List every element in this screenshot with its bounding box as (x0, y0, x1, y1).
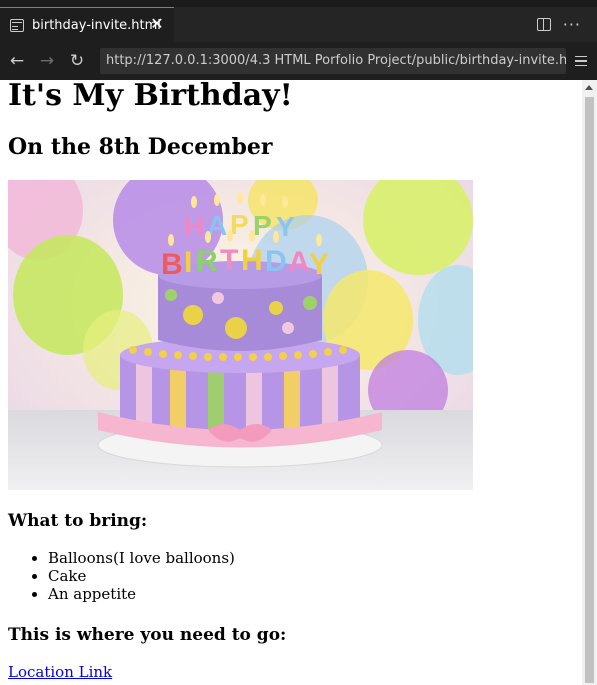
date-heading: On the 8th December (8, 134, 273, 160)
bring-list: Balloons(I love balloons) Cake An appeti… (8, 549, 235, 603)
scroll-up-arrow-icon[interactable] (585, 85, 593, 90)
vertical-scrollbar[interactable] (582, 80, 597, 685)
list-item: Cake (48, 567, 235, 585)
navigation-bar: ← → ↻ http://127.0.0.1:3000/4.3 HTML Por… (0, 42, 597, 80)
back-arrow-icon[interactable]: ← (2, 46, 32, 76)
menu-icon[interactable] (575, 56, 587, 66)
tab-actions: ··· (536, 7, 597, 42)
tab-bar: birthday-invite.html ✕ ··· (0, 0, 597, 42)
svg-text:T: T (220, 244, 238, 277)
page-title: It's My Birthday! (8, 80, 293, 113)
svg-text:A: A (288, 246, 310, 279)
svg-text:D: D (265, 245, 287, 278)
svg-text:I: I (184, 246, 192, 279)
svg-text:B: B (161, 248, 183, 281)
scrollbar-thumb[interactable] (585, 97, 594, 683)
svg-text:P: P (253, 210, 272, 241)
forward-arrow-icon[interactable]: → (32, 46, 62, 76)
svg-text:H: H (241, 244, 263, 277)
list-item: Balloons(I love balloons) (48, 549, 235, 567)
location-link[interactable]: Location Link (8, 662, 112, 682)
close-icon[interactable]: ✕ (149, 16, 165, 32)
page-viewport: It's My Birthday! On the 8th December H … (0, 80, 582, 685)
url-bar[interactable]: http://127.0.0.1:3000/4.3 HTML Porfolio … (100, 48, 566, 74)
more-actions-icon[interactable]: ··· (563, 17, 581, 33)
reload-icon[interactable]: ↻ (62, 46, 92, 76)
list-item: An appetite (48, 585, 235, 603)
tab-birthday-invite[interactable]: birthday-invite.html ✕ (0, 7, 174, 42)
tab-title: birthday-invite.html (32, 17, 161, 33)
preview-icon (10, 18, 24, 32)
birthday-cake-image: H A P P Y B I R T H D A Y (8, 180, 473, 490)
svg-text:H: H (184, 211, 204, 242)
svg-text:Y: Y (309, 248, 329, 281)
what-to-bring-heading: What to bring: (8, 511, 148, 531)
svg-text:R: R (196, 245, 218, 278)
where-to-go-heading: This is where you need to go: (8, 625, 287, 645)
split-editor-icon[interactable] (536, 18, 551, 31)
